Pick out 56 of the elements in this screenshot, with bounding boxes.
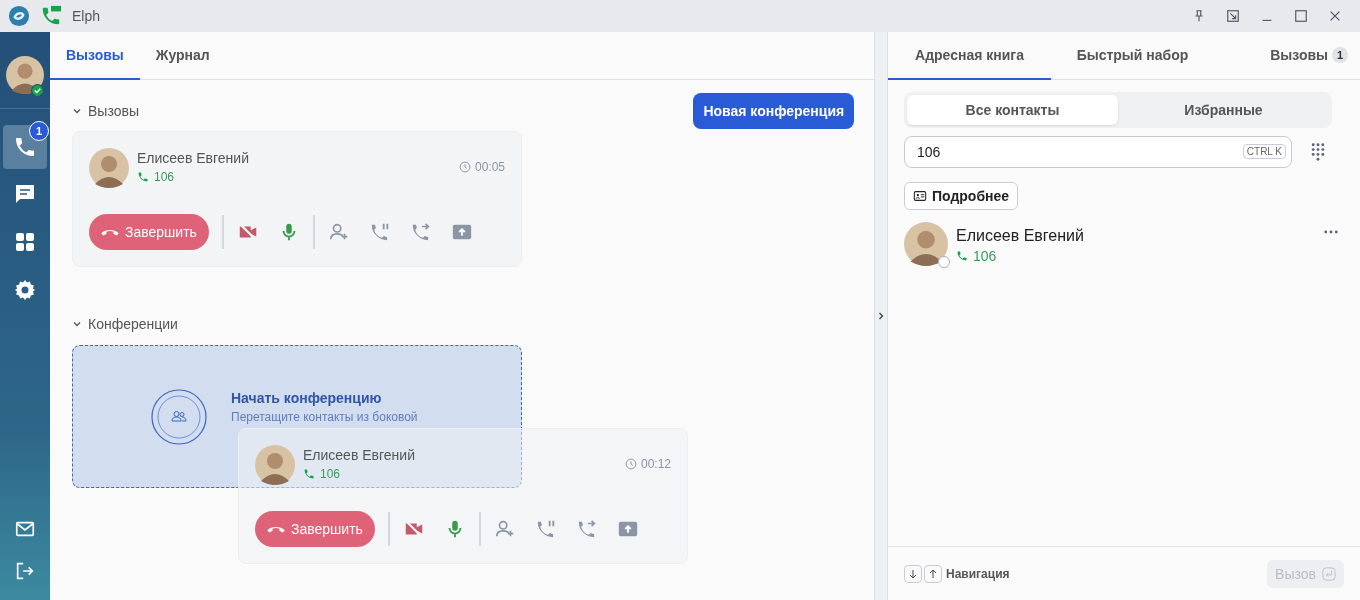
- new-conference-button[interactable]: Новая конференция: [693, 93, 855, 129]
- tab[interactable]: Журнал: [139, 32, 226, 80]
- tab[interactable]: Адресная книга: [888, 32, 1051, 80]
- avatar: [6, 56, 44, 94]
- dialpad-icon[interactable]: [1310, 141, 1326, 163]
- clock-icon: [624, 458, 637, 470]
- hang-up-icon: [101, 228, 119, 236]
- contact-item[interactable]: Елисеев Евгений 106: [904, 222, 1344, 266]
- tab[interactable]: Вызовы: [50, 32, 140, 80]
- chevron-icon: [72, 106, 82, 116]
- more-icon[interactable]: [1324, 230, 1338, 234]
- sip-phone-icon: [40, 5, 62, 27]
- group-icon: [151, 388, 207, 445]
- enter-key-icon: [1322, 566, 1336, 581]
- navigation-hint: Навигация: [946, 566, 1010, 581]
- logout-icon[interactable]: [14, 560, 36, 582]
- down-key-icon: [904, 564, 922, 583]
- caller-number: 106: [154, 170, 175, 184]
- caller-name: Елисеев Евгений: [137, 150, 249, 166]
- avatar: [255, 445, 295, 485]
- filter-option[interactable]: Избранные: [1118, 95, 1329, 125]
- contact-number: 106: [973, 248, 997, 264]
- phone-icon: [13, 135, 37, 159]
- clock-icon: [458, 161, 471, 173]
- phone-icon: [303, 468, 315, 480]
- count-badge: 1: [29, 121, 49, 141]
- contact-name: Елисеев Евгений: [956, 227, 1084, 245]
- maximize-icon[interactable]: [1294, 9, 1308, 23]
- drop-zone-hint: Перетащите контакты из боковой: [231, 409, 418, 424]
- phone-icon: [137, 171, 149, 183]
- apps-icon: [13, 230, 37, 254]
- up-key-icon: [924, 564, 942, 583]
- tab[interactable]: Быстрый набор: [1051, 32, 1214, 80]
- settings-icon: [13, 278, 37, 302]
- chat-icon: [13, 182, 37, 206]
- call-duration: 00:12: [640, 457, 671, 471]
- section-header[interactable]: Вызовы: [72, 103, 139, 119]
- filter-option[interactable]: Все контакты: [907, 95, 1118, 125]
- caller-number: 106: [320, 467, 341, 481]
- app-logo-icon: [8, 5, 30, 27]
- call-duration: 00:05: [474, 160, 505, 174]
- chevron-icon: [72, 319, 82, 329]
- phone-icon: [956, 250, 968, 262]
- close-icon[interactable]: [1328, 9, 1342, 23]
- shortcut-hint: CTRL K: [1242, 144, 1286, 159]
- tab[interactable]: Вызовы 1: [1214, 32, 1360, 80]
- hang-up-icon: [267, 525, 285, 533]
- section-header[interactable]: Конференции: [72, 316, 178, 332]
- caller-name: Елисеев Евгений: [303, 447, 415, 463]
- details-button[interactable]: Подробнее: [904, 182, 1019, 210]
- window-title: Elph: [72, 8, 101, 24]
- avatar: [904, 222, 948, 266]
- drop-zone-title: Начать конференцию: [231, 389, 383, 406]
- resize-icon[interactable]: [1226, 9, 1240, 23]
- avatar: [89, 148, 129, 188]
- contact-card-icon: [913, 189, 927, 203]
